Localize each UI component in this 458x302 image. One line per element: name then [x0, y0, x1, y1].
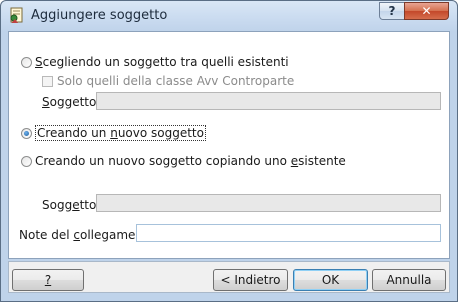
soggetto-input-2[interactable] [97, 195, 440, 211]
title-help-button[interactable]: ? [379, 2, 405, 20]
radio-existing-subject[interactable]: Scegliendo un soggetto tra quelli esiste… [21, 55, 289, 69]
radio-new-label: Creando un nuovo soggetto [35, 125, 206, 141]
close-icon: ✕ [421, 4, 432, 18]
window-title: Aggiungere soggetto [31, 8, 168, 23]
radio-existing-indicator[interactable] [21, 56, 32, 68]
note-field[interactable] [136, 224, 441, 242]
checkbox-only-class-box[interactable] [42, 75, 53, 87]
soggetto-field-2[interactable] [96, 194, 441, 212]
title-close-button[interactable]: ✕ [404, 2, 449, 20]
soggetto-label-2: Soggetto: [42, 198, 101, 212]
soggetto-label-1: Soggetto: [42, 95, 101, 109]
back-button[interactable]: < Indietro [213, 269, 288, 291]
cancel-button[interactable]: Annulla [372, 269, 446, 291]
soggetto-input-1[interactable] [97, 93, 440, 109]
dialog-window: Aggiungere soggetto ? ✕ Scegliendo un so… [0, 0, 458, 302]
title-bar[interactable]: Aggiungere soggetto ? ✕ [1, 1, 457, 31]
help-button[interactable]: ? [12, 269, 84, 291]
radio-copy-indicator[interactable] [21, 155, 32, 167]
add-subject-icon [10, 7, 23, 23]
checkbox-only-class[interactable]: Solo quelli della classe Avv Controparte [42, 74, 294, 88]
radio-copy-subject[interactable]: Creando un nuovo soggetto copiando uno e… [21, 154, 346, 168]
checkbox-only-class-label: Solo quelli della classe Avv Controparte [57, 74, 295, 88]
ok-button[interactable]: OK [293, 269, 368, 291]
options-panel: Scegliendo un soggetto tra quelli esiste… [8, 31, 450, 259]
radio-existing-label: Scegliendo un soggetto tra quelli esiste… [35, 55, 289, 69]
soggetto-field-1[interactable] [96, 92, 441, 110]
radio-copy-label: Creando un nuovo soggetto copiando uno e… [35, 154, 346, 168]
radio-new-subject[interactable]: Creando un nuovo soggetto [21, 125, 206, 141]
radio-new-indicator[interactable] [21, 127, 32, 139]
note-input[interactable] [137, 225, 440, 241]
button-bar: ? < Indietro OK Annulla [8, 261, 450, 293]
